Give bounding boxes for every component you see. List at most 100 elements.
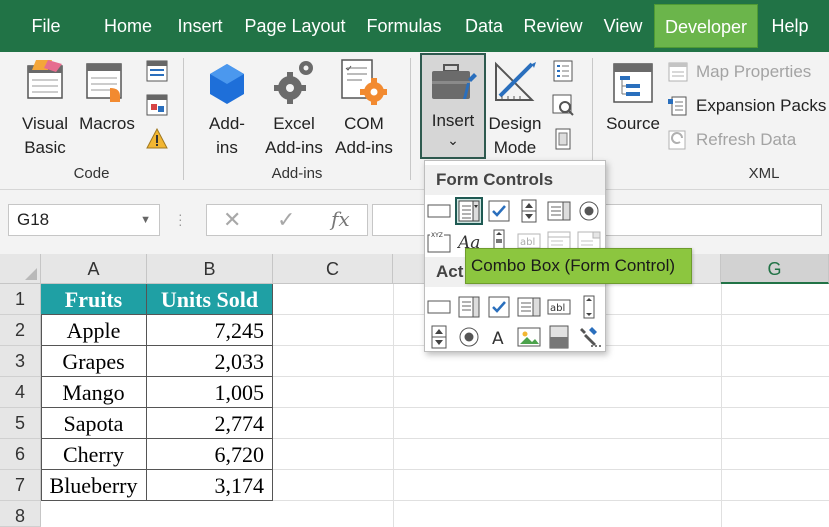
activex-list-box-icon[interactable] [517,295,541,319]
svg-text:abl: abl [520,237,535,248]
tab-formulas[interactable]: Formulas [361,0,447,52]
tab-developer[interactable]: Developer [654,4,758,48]
activex-scroll-bar-icon[interactable] [577,295,601,319]
group-label-addins: Add-ins [271,165,323,182]
excel-addins-gear-icon [274,61,313,104]
table-cell-units[interactable]: 6,720 [147,439,273,470]
combo-box-control[interactable] [455,197,483,225]
more-controls-icon[interactable] [577,325,601,349]
table-header-fruits[interactable]: Fruits [41,284,147,315]
combo-box-tooltip: Combo Box (Form Control) [465,248,692,284]
name-box-dropdown-icon[interactable]: ▼ [140,205,151,235]
refresh-data-label: Refresh Data [696,130,797,149]
row-header-4[interactable]: 4 [0,377,41,408]
gridline [721,284,722,527]
table-cell-units[interactable]: 3,174 [147,470,273,501]
tab-review[interactable]: Review [520,0,586,52]
row-header-8[interactable]: 8 [0,501,41,527]
design-mode-button[interactable]: Design Mode [486,56,544,160]
table-cell-fruit[interactable]: Mango [41,377,147,408]
row-header-2[interactable]: 2 [0,315,41,346]
tab-view[interactable]: View [598,0,648,52]
table-cell-fruit[interactable]: Sapota [41,408,147,439]
insert-controls-button[interactable]: Insert ⌄ [420,53,486,159]
visual-basic-button[interactable]: Visual Basic [14,56,76,160]
combo-box-icon [458,200,480,222]
table-cell-units[interactable]: 1,005 [147,377,273,408]
visual-basic-icon [27,60,63,99]
insert-function-icon[interactable]: fx [331,207,350,231]
source-button[interactable]: Source [600,56,666,160]
view-code-icon[interactable] [552,94,574,116]
run-dialog-icon[interactable] [552,128,574,150]
select-all-corner[interactable] [0,254,41,284]
column-header-a[interactable]: A [41,254,147,284]
expansion-packs-label: Expansion Packs [696,96,827,115]
table-cell-fruit[interactable]: Grapes [41,346,147,377]
option-button-control-icon[interactable] [577,199,601,223]
tab-data[interactable]: Data [460,0,508,52]
menu-bar: File Home Insert Page Layout Formulas Da… [0,0,829,52]
svg-text:A: A [492,329,504,349]
activex-combo-box-icon[interactable] [457,295,481,319]
design-mode-label-2: Mode [493,138,537,157]
activex-toggle-button-icon[interactable] [547,325,571,349]
addins-icon [210,64,244,104]
properties-icon[interactable] [552,60,574,82]
cancel-icon[interactable]: ✕ [223,207,241,233]
tab-home[interactable]: Home [92,0,164,52]
table-cell-fruit[interactable]: Cherry [41,439,147,470]
spin-button-control-icon[interactable] [517,199,541,223]
relative-references-icon[interactable] [146,94,168,116]
table-cell-units[interactable]: 2,033 [147,346,273,377]
enter-icon[interactable]: ✓ [277,207,295,233]
addins-label-1: Add- [209,114,245,133]
activex-option-button-icon[interactable] [457,325,481,349]
activex-image-icon[interactable] [517,325,541,349]
activex-spin-button-icon[interactable] [427,325,451,349]
activex-checkbox-icon[interactable] [487,295,511,319]
tab-insert[interactable]: Insert [170,0,230,52]
group-box-control-icon[interactable]: XYZ [427,229,451,253]
activex-command-button-icon[interactable] [427,295,451,319]
activex-label-icon[interactable]: A [487,325,511,349]
name-box[interactable]: G18 ▼ [8,204,160,236]
com-addins-label-2: Add-ins [335,138,393,157]
row-header-6[interactable]: 6 [0,439,41,470]
checkbox-control-icon[interactable] [487,199,511,223]
activex-text-box-icon[interactable]: abl [547,295,571,319]
name-box-value: G18 [17,210,50,229]
row-header-3[interactable]: 3 [0,346,41,377]
table-cell-fruit[interactable]: Apple [41,315,147,346]
form-controls-header: Form Controls [425,165,605,195]
table-cell-units[interactable]: 7,245 [147,315,273,346]
column-header-g[interactable]: G [721,254,829,284]
column-header-b[interactable]: B [147,254,273,284]
macros-button[interactable]: Macros [76,56,138,160]
tab-page-layout[interactable]: Page Layout [240,0,350,52]
tab-file[interactable]: File [20,0,72,52]
formula-buttons: ✕ ✓ fx [206,204,368,236]
macro-security-icon[interactable] [146,128,168,150]
button-control-icon[interactable] [427,199,451,223]
column-header-c[interactable]: C [273,254,393,284]
row-header-7[interactable]: 7 [0,470,41,501]
com-addins-icon [341,59,387,105]
select-all-icon [25,268,37,280]
com-addins-button[interactable]: COM Add-ins [330,56,398,160]
table-header-units-sold[interactable]: Units Sold [147,284,273,315]
macros-label: Macros [79,114,135,133]
excel-addins-button[interactable]: Excel Add-ins [258,56,330,160]
row-header-5[interactable]: 5 [0,408,41,439]
row-header-1[interactable]: 1 [0,284,41,315]
group-separator [410,58,411,180]
table-cell-units[interactable]: 2,774 [147,408,273,439]
addins-button[interactable]: Add- ins [198,56,256,160]
list-box-control-icon[interactable] [547,199,571,223]
table-cell-fruit[interactable]: Blueberry [41,470,147,501]
record-macro-icon[interactable] [146,60,168,82]
formula-bar-grip-icon[interactable]: · · · [178,207,183,231]
toolbox-icon [432,64,477,99]
excel-addins-label-2: Add-ins [265,138,323,157]
tab-help[interactable]: Help [764,0,816,52]
